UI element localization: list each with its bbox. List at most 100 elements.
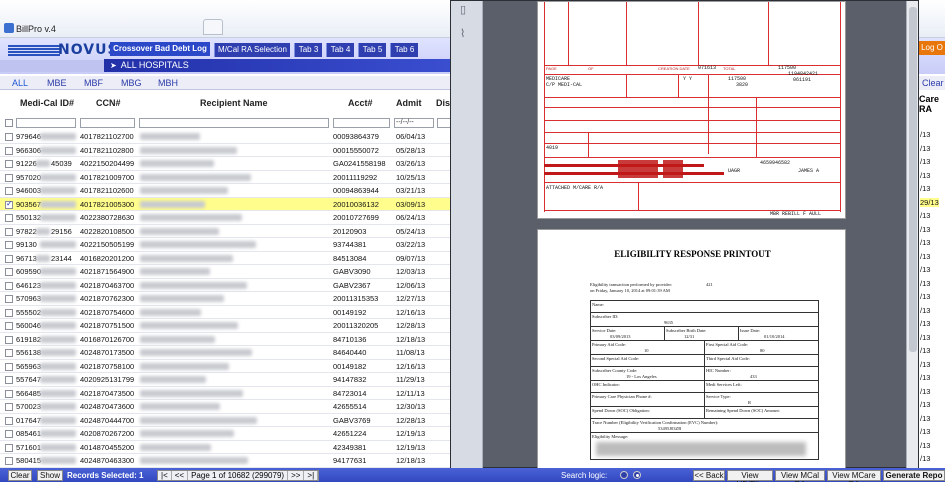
pdf-viewer-window[interactable]: ▯ ⌇ PAGE OF CREATION DATE 071613 TOTAL 1… [450,0,919,469]
view-mcal-ra-button[interactable]: View MCal RA [775,470,825,482]
table-row[interactable]: 99130 4022150505199 93744381 03/22/13 [0,238,452,252]
tab-3[interactable]: Tab 3 [294,43,322,57]
table-row[interactable]: 570963 4021870762300 20011315353 12/27/13 [0,292,452,306]
row-checkbox[interactable] [5,335,13,344]
row-checkbox[interactable] [5,295,13,303]
row-checkbox[interactable] [5,187,13,195]
acct-cell: 00149192 [333,307,367,317]
table-row[interactable]: 017647 4024870444700 GABV3769 12/28/13 [0,414,452,427]
filter-acct[interactable] [333,118,390,128]
table-row[interactable]: 580415 4024870463300 94177631 12/18/13 [0,454,452,468]
row-checkbox[interactable] [5,133,13,141]
tab-crossover-bad-debt-log[interactable]: Crossover Bad Debt Log [110,42,210,56]
tab-4[interactable]: Tab 4 [326,43,354,57]
col-medical-id[interactable]: Medi-Cal ID# [20,98,74,108]
table-row[interactable]: 957020 4017821009700 20011119292 10/25/13 [0,171,452,184]
show-button[interactable]: Show [37,470,63,481]
subtab-mbf[interactable]: MBF [84,78,103,88]
logout-button[interactable]: Log O [919,41,945,55]
row-checkbox[interactable] [5,416,13,425]
attachment-paperclip-icon[interactable]: ⌇ [460,27,472,40]
subtab-all[interactable]: ALL [12,78,28,88]
row-checkbox[interactable] [5,443,13,452]
right-clear-label[interactable]: Clear [919,76,945,90]
row-checkbox[interactable] [5,322,13,330]
tab-mcal-ra-selection[interactable]: M/Cal RA Selection [214,43,290,57]
redacted-recipient-name [140,227,219,235]
row-checkbox[interactable] [5,227,13,236]
row-checkbox[interactable] [5,214,13,222]
col-discharge[interactable]: Dis [436,98,450,108]
row-checkbox[interactable] [5,254,13,263]
table-row[interactable]: 966306 4017821102800 00015550072 05/28/13 [0,144,452,157]
pager-last-button[interactable]: >| [304,471,319,480]
tab-5[interactable]: Tab 5 [358,43,386,57]
table-row[interactable]: 979646 4017821102700 00093864379 06/04/13 [0,130,452,144]
subtab-mbe[interactable]: MBE [47,78,67,88]
table-row[interactable]: 646123 4021870463700 GABV2367 12/06/13 [0,279,452,292]
clear-button[interactable]: Clear [8,470,32,481]
table-row[interactable]: 946003 4017821102600 00094863944 03/21/13 [0,184,452,198]
col-recipient-name[interactable]: Recipient Name [200,98,268,108]
view-mcare-ra-button[interactable]: View MCare RA [827,470,881,482]
medical-id-cell: 085461 [16,429,42,438]
row-checkbox[interactable] [5,173,13,182]
redacted-recipient-name [140,389,243,397]
search-logic-radio-or[interactable] [633,471,641,479]
row-checkbox[interactable] [5,199,13,209]
table-row[interactable]: 96713 23144 4016820201200 84513084 09/07/13 [0,252,452,265]
back-button[interactable]: << Back [693,470,725,481]
hospital-scope[interactable]: ➤ ALL HOSPITALS [104,59,452,72]
col-admit[interactable]: Admit [396,98,422,108]
pdf-scrollbar[interactable] [906,1,918,468]
row-checkbox[interactable] [5,362,13,371]
table-row[interactable]: 619182 4016870126700 84710136 12/18/13 [0,333,452,346]
row-checkbox[interactable] [5,281,13,290]
table-row[interactable]: 557647 4020925131799 94147832 11/29/13 [0,373,452,387]
ccn-cell: 4017821102800 [80,145,134,155]
table-row[interactable]: 560046 4021870751500 20011320205 12/28/13 [0,319,452,333]
search-logic-radio-and[interactable] [620,471,628,479]
row-checkbox[interactable] [5,376,13,384]
table-row[interactable]: 085461 4020870267200 42651224 12/19/13 [0,427,452,441]
subtab-mbg[interactable]: MBG [121,78,142,88]
generate-report-button[interactable]: Generate Repo [883,470,945,481]
browser-tab[interactable] [203,19,223,35]
table-row[interactable]: 565963 4021870758100 00149182 12/16/13 [0,360,452,373]
table-row[interactable]: 91226 45039 4022150204499 GA0241558198 03/26… [0,157,452,171]
row-checkbox[interactable] [5,457,13,465]
row-checkbox[interactable] [5,146,13,155]
col-acct[interactable]: Acct# [348,98,373,108]
filter-admit[interactable]: --/--/-- [394,118,434,128]
row-checkbox[interactable] [5,389,13,398]
table-row[interactable]: 550132 4022380728630 20010727699 06/24/13 [0,211,452,225]
table-row[interactable]: 555502 4021870754600 00149192 12/16/13 [0,306,452,319]
filter-medical-id[interactable] [16,118,76,128]
pager-first-button[interactable]: |< [158,471,172,480]
table-row[interactable]: 570023 4024870473600 42655514 12/30/13 [0,400,452,414]
col-ccn[interactable]: CCN# [96,98,121,108]
table-row[interactable]: 609590 4021871564900 GABV3090 12/03/13 [0,265,452,279]
filter-ccn[interactable] [80,118,135,128]
table-row[interactable]: 97822 29156 4022820108500 20120903 05/24/13 [0,225,452,238]
row-checkbox[interactable] [5,160,13,168]
subtab-mbh[interactable]: MBH [158,78,178,88]
filter-recipient[interactable] [139,118,329,128]
page-thumbnails-icon[interactable]: ▯ [460,3,472,16]
table-row[interactable]: 571601 4014870455200 42349381 12/19/13 [0,441,452,454]
view-ub-elig-button[interactable]: View UB/Elig [727,470,773,482]
pager-next-button[interactable]: >> [288,471,305,480]
tab-6[interactable]: Tab 6 [390,43,418,57]
table-row[interactable]: 566485 4021870473500 84723014 12/11/13 [0,387,452,400]
row-checkbox[interactable] [5,349,13,357]
pager-prev-button[interactable]: << [172,471,189,480]
row-checkbox[interactable] [5,241,13,249]
table-row[interactable]: 556138 4024870173500 84640440 11/08/13 [0,346,452,360]
row-checkbox[interactable] [5,268,13,276]
table-row[interactable]: 903567 4017821005300 20010036132 03/09/13 [0,197,452,211]
select-all-checkbox[interactable] [5,119,13,127]
row-checkbox[interactable] [5,403,13,411]
pdf-scroll-thumb[interactable] [909,7,917,352]
row-checkbox[interactable] [5,308,13,317]
row-checkbox[interactable] [5,430,13,438]
